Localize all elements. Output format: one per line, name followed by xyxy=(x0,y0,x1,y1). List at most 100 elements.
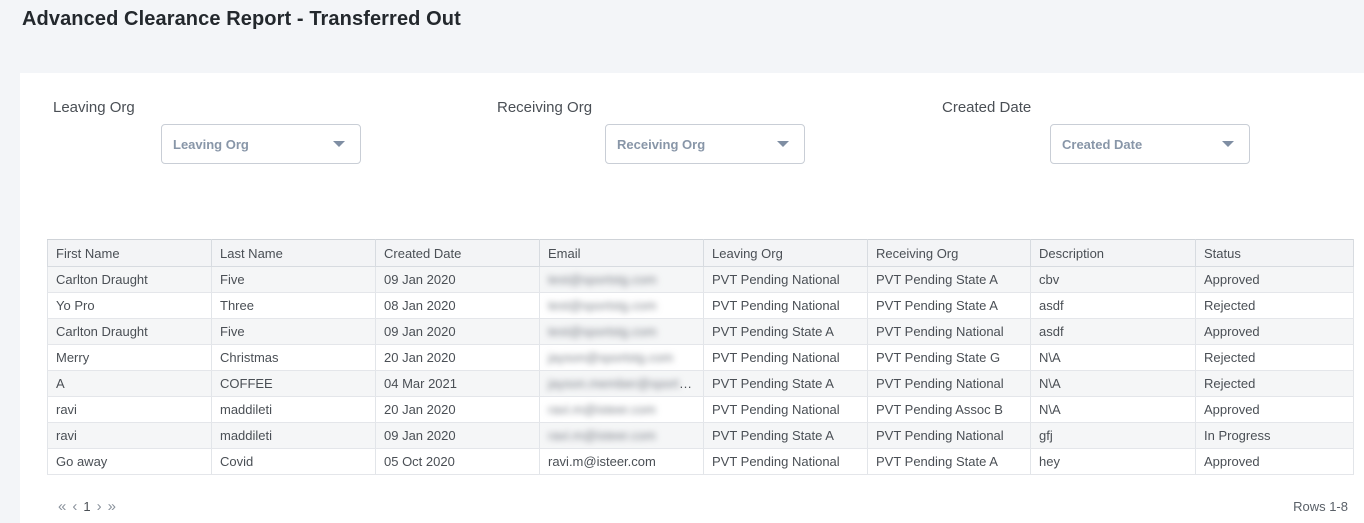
table-row[interactable]: Yo Pro Three 08 Jan 2020 test@sportstg.com P… xyxy=(47,292,1354,319)
page-title: Advanced Clearance Report - Transferred … xyxy=(22,8,461,30)
table-cell: hey xyxy=(1030,448,1196,475)
table-cell: Rejected xyxy=(1195,292,1354,319)
report-table: First Name Last Name Created Date Email Leav… xyxy=(47,239,1354,475)
column-header[interactable]: First Name xyxy=(47,239,212,267)
report-table-wrapper: First Name Last Name Created Date Email Leav… xyxy=(47,239,1354,475)
leaving-org-select[interactable]: Leaving Org xyxy=(161,124,361,164)
table-cell: Approved xyxy=(1195,266,1354,293)
table-cell: cbv xyxy=(1030,266,1196,293)
table-cell: Three xyxy=(211,292,376,319)
email-value: jayson.member@sportstg... xyxy=(548,376,704,391)
table-row[interactable]: Carlton Draught Five 09 Jan 2020 test@sport… xyxy=(47,266,1354,293)
table-cell: Approved xyxy=(1195,396,1354,423)
table-cell: PVT Pending National xyxy=(867,422,1031,449)
table-cell: COFFEE xyxy=(211,370,376,397)
filter-label-created-date: Created Date xyxy=(942,99,1032,116)
table-cell: Five xyxy=(211,318,376,345)
email-value: jayson@sportstg.com xyxy=(548,350,674,365)
current-page-number[interactable]: 1 xyxy=(83,499,90,514)
report-panel: Leaving Org Leaving Org Receiving Org Re… xyxy=(20,73,1364,523)
table-row[interactable]: A COFFEE 04 Mar 2021 jayson.member@sportstg… xyxy=(47,370,1354,397)
table-cell: 09 Jan 2020 xyxy=(375,266,540,293)
table-cell: Merry xyxy=(47,344,212,371)
table-row[interactable]: ravi maddileti 20 Jan 2020 ravi.m@isteer.co… xyxy=(47,396,1354,423)
table-cell: Yo Pro xyxy=(47,292,212,319)
last-page-icon[interactable]: » xyxy=(108,499,116,514)
receiving-org-placeholder: Receiving Org xyxy=(617,136,706,152)
table-cell: PVT Pending State A xyxy=(867,448,1031,475)
table-cell: test@sportstg.com xyxy=(539,266,704,293)
table-cell: ravi xyxy=(47,422,212,449)
table-cell: asdf xyxy=(1030,292,1196,319)
table-header-row: First Name Last Name Created Date Email Leav… xyxy=(47,239,1354,267)
table-cell: ravi xyxy=(47,396,212,423)
table-cell: ravi.m@isteer.com xyxy=(539,422,704,449)
table-cell: PVT Pending National xyxy=(703,396,868,423)
next-page-icon[interactable]: › xyxy=(97,499,102,514)
table-cell: 09 Jan 2020 xyxy=(375,422,540,449)
email-value: ravi.m@isteer.com xyxy=(548,454,656,469)
table-cell: Carlton Draught xyxy=(47,318,212,345)
table-cell: jayson.member@sportstg... xyxy=(539,370,704,397)
table-cell: Five xyxy=(211,266,376,293)
table-cell: gfj xyxy=(1030,422,1196,449)
table-cell: In Progress xyxy=(1195,422,1354,449)
column-header[interactable]: Status xyxy=(1195,239,1354,267)
table-cell: Go away xyxy=(47,448,212,475)
table-cell: 09 Jan 2020 xyxy=(375,318,540,345)
table-cell: 20 Jan 2020 xyxy=(375,396,540,423)
column-header[interactable]: Created Date xyxy=(375,239,540,267)
email-value: test@sportstg.com xyxy=(548,324,657,339)
email-value: test@sportstg.com xyxy=(548,272,657,287)
table-cell: PVT Pending State A xyxy=(703,370,868,397)
created-date-select[interactable]: Created Date xyxy=(1050,124,1250,164)
first-page-icon[interactable]: « xyxy=(58,499,66,514)
table-cell: ravi.m@isteer.com xyxy=(539,448,704,475)
email-value: ravi.m@isteer.com xyxy=(548,402,656,417)
table-cell: maddileti xyxy=(211,422,376,449)
pagination: « ‹ 1 › » xyxy=(58,499,116,514)
table-cell: Rejected xyxy=(1195,344,1354,371)
column-header[interactable]: Email xyxy=(539,239,704,267)
table-cell: jayson@sportstg.com xyxy=(539,344,704,371)
receiving-org-select[interactable]: Receiving Org xyxy=(605,124,805,164)
table-cell: 20 Jan 2020 xyxy=(375,344,540,371)
column-header[interactable]: Last Name xyxy=(211,239,376,267)
table-cell: Approved xyxy=(1195,318,1354,345)
table-cell: 05 Oct 2020 xyxy=(375,448,540,475)
table-cell: N\A xyxy=(1030,344,1196,371)
filter-label-leaving-org: Leaving Org xyxy=(53,99,135,116)
table-cell: N\A xyxy=(1030,396,1196,423)
table-cell: Approved xyxy=(1195,448,1354,475)
rows-info: Rows 1-8 xyxy=(1293,499,1348,514)
table-body: Carlton Draught Five 09 Jan 2020 test@sport… xyxy=(47,266,1354,475)
table-cell: test@sportstg.com xyxy=(539,292,704,319)
table-cell: PVT Pending National xyxy=(703,344,868,371)
table-cell: 04 Mar 2021 xyxy=(375,370,540,397)
column-header[interactable]: Leaving Org xyxy=(703,239,868,267)
column-header[interactable]: Description xyxy=(1030,239,1196,267)
table-cell: PVT Pending State G xyxy=(867,344,1031,371)
column-header[interactable]: Receiving Org xyxy=(867,239,1031,267)
table-cell: Christmas xyxy=(211,344,376,371)
email-value: ravi.m@isteer.com xyxy=(548,428,656,443)
table-cell: Carlton Draught xyxy=(47,266,212,293)
table-row[interactable]: Carlton Draught Five 09 Jan 2020 test@sport… xyxy=(47,318,1354,345)
table-cell: 08 Jan 2020 xyxy=(375,292,540,319)
table-cell: maddileti xyxy=(211,396,376,423)
created-date-placeholder: Created Date xyxy=(1062,136,1143,152)
prev-page-icon[interactable]: ‹ xyxy=(72,499,77,514)
table-row[interactable]: Merry Christmas 20 Jan 2020 jayson@sportstg… xyxy=(47,344,1354,371)
table-row[interactable]: ravi maddileti 09 Jan 2020 ravi.m@isteer.co… xyxy=(47,422,1354,449)
table-cell: PVT Pending Assoc B xyxy=(867,396,1031,423)
table-row[interactable]: Go away Covid 05 Oct 2020 ravi.m@isteer.com… xyxy=(47,448,1354,475)
table-cell: PVT Pending National xyxy=(703,266,868,293)
table-cell: Rejected xyxy=(1195,370,1354,397)
email-value: test@sportstg.com xyxy=(548,298,657,313)
table-cell: Covid xyxy=(211,448,376,475)
table-cell: test@sportstg.com xyxy=(539,318,704,345)
table-cell: PVT Pending State A xyxy=(703,318,868,345)
table-cell: PVT Pending State A xyxy=(867,266,1031,293)
table-cell: PVT Pending National xyxy=(867,370,1031,397)
table-cell: PVT Pending National xyxy=(703,292,868,319)
